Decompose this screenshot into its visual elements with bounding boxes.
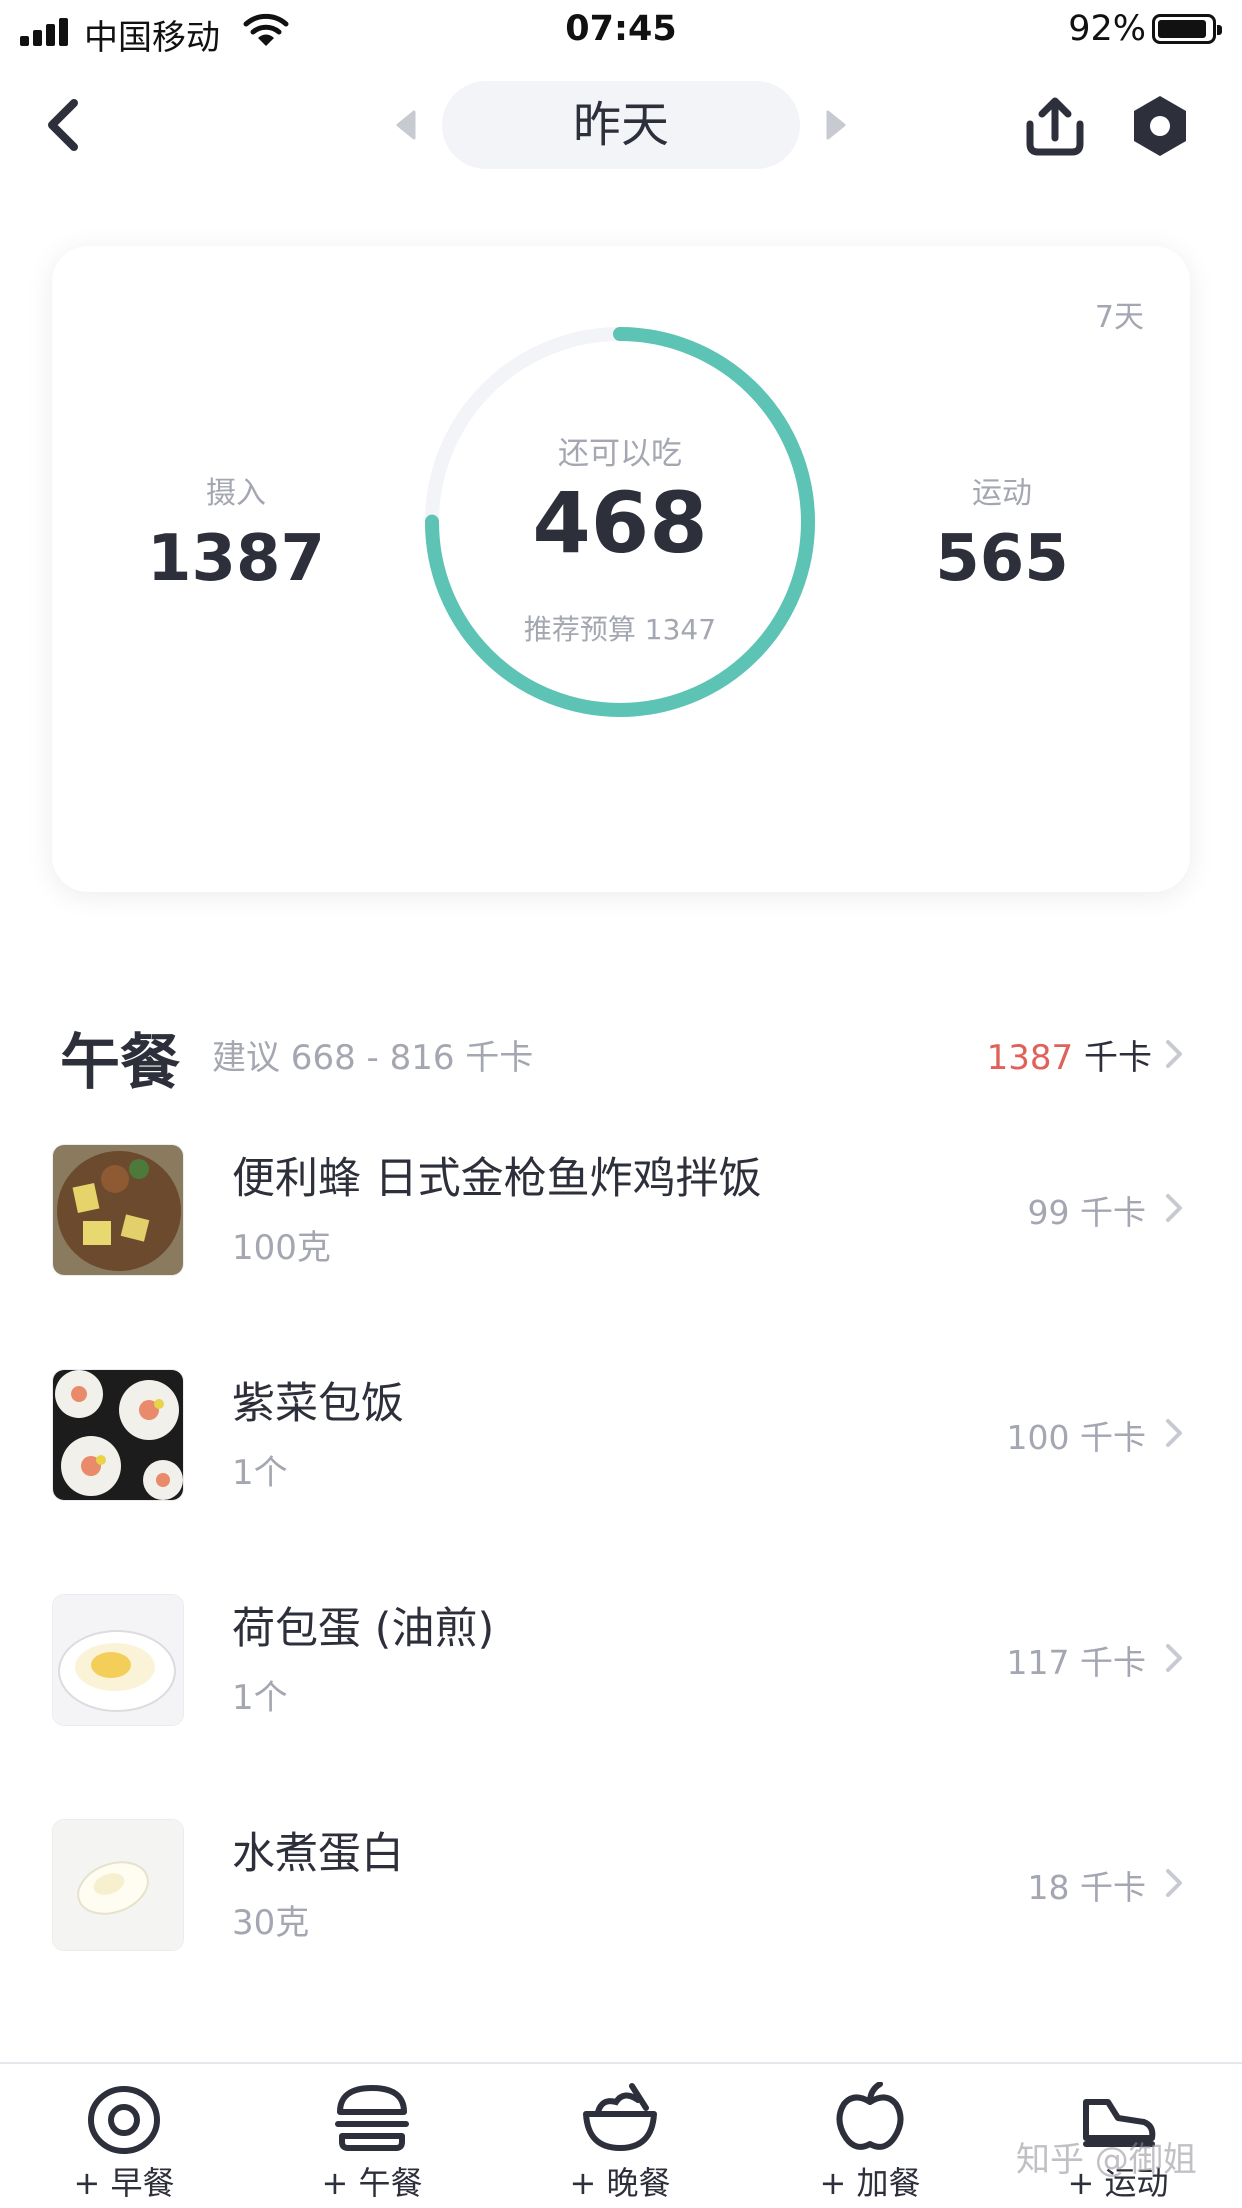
tab-add-lunch[interactable]: + 午餐 — [292, 2082, 452, 2202]
tab-add-snack[interactable]: + 加餐 — [790, 2082, 950, 2202]
food-name: 便利蜂 日式金枪鱼炸鸡拌饭 — [232, 1154, 762, 1204]
meal-total-unit: 千卡 — [1084, 1038, 1152, 1078]
tab-add-dinner[interactable]: + 晚餐 — [540, 2082, 700, 2202]
food-amount: 1个 — [232, 1453, 288, 1493]
food-calories: 100 千卡 — [1006, 1418, 1146, 1457]
food-name: 水煮蛋白 — [232, 1829, 404, 1879]
next-day-icon[interactable] — [820, 108, 850, 142]
meal-header-lunch[interactable]: 午餐 建议 668 - 816 千卡 1387 千卡 — [0, 1000, 1242, 1098]
food-name: 荷包蛋 (油煎) — [232, 1604, 495, 1654]
battery-icon — [1152, 14, 1222, 44]
remaining-value: 468 — [532, 474, 708, 572]
tab-label: + 午餐 — [321, 2164, 423, 2202]
bowl-icon — [583, 2083, 657, 2151]
nav-bar: 昨天 — [0, 70, 1242, 180]
food-list: 便利蜂 日式金枪鱼炸鸡拌饭 100克 99 千卡 紫菜包饭 1个 100 千卡 — [0, 1130, 1242, 2030]
food-calories: 18 千卡 — [1027, 1868, 1146, 1907]
tab-label: + 晚餐 — [569, 2164, 671, 2202]
food-amount: 30克 — [232, 1903, 310, 1943]
share-icon[interactable] — [1020, 94, 1090, 158]
intake-label: 摄入 — [206, 476, 266, 511]
intake-value: 1387 — [146, 522, 326, 596]
tab-label: + 早餐 — [73, 2164, 175, 2202]
burger-icon — [335, 2085, 409, 2151]
intake-stat[interactable]: 摄入 1387 — [106, 468, 366, 596]
food-item[interactable]: 水煮蛋白 30克 18 千卡 — [0, 1805, 1242, 2030]
back-icon[interactable] — [40, 95, 90, 155]
range-7-days-link[interactable]: 7天 — [1095, 292, 1144, 336]
previous-day-icon[interactable] — [392, 108, 422, 142]
status-bar: 中国移动 07:45 92% — [0, 0, 1242, 62]
food-photo-rice-bowl — [52, 1144, 184, 1276]
recommended-budget: 推荐预算 1347 — [523, 613, 717, 646]
chevron-right-icon — [1166, 1644, 1182, 1672]
food-photo-kimbap — [52, 1369, 184, 1501]
meal-total: 1387 千卡 — [987, 1030, 1152, 1079]
chevron-right-icon — [1166, 1419, 1182, 1447]
exercise-value: 565 — [935, 522, 1069, 596]
food-item[interactable]: 便利蜂 日式金枪鱼炸鸡拌饭 100克 99 千卡 — [0, 1130, 1242, 1355]
food-item[interactable]: 荷包蛋 (油煎) 1个 117 千卡 — [0, 1580, 1242, 1805]
status-time: 07:45 — [565, 9, 677, 49]
calorie-summary-card: 7天 摄入 1387 还可以吃 468 推荐预算 1347 运动 565 — [52, 246, 1190, 892]
apple-icon — [836, 2082, 904, 2150]
food-amount: 1个 — [232, 1678, 288, 1718]
exercise-label: 运动 — [972, 476, 1032, 511]
chevron-right-icon — [1166, 1040, 1182, 1068]
food-amount: 100克 — [232, 1228, 331, 1268]
chevron-right-icon — [1166, 1194, 1182, 1222]
food-photo-fried-egg — [52, 1594, 184, 1726]
food-item[interactable]: 紫菜包饭 1个 100 千卡 — [0, 1355, 1242, 1580]
food-calories: 117 千卡 — [1006, 1643, 1146, 1682]
settings-icon[interactable] — [1126, 92, 1194, 160]
watermark: 知乎 @御姐 — [1016, 2140, 1197, 2180]
meal-title: 午餐 — [60, 1028, 180, 1098]
chevron-right-icon — [1166, 1869, 1182, 1897]
remaining-label: 还可以吃 — [558, 436, 682, 472]
food-name: 紫菜包饭 — [232, 1379, 404, 1429]
food-calories: 99 千卡 — [1027, 1193, 1146, 1232]
date-selector[interactable]: 昨天 — [442, 81, 800, 169]
tab-label: + 加餐 — [819, 2164, 921, 2202]
meal-total-value: 1387 — [986, 1038, 1074, 1078]
exercise-stat[interactable]: 运动 565 — [872, 468, 1132, 596]
tab-add-breakfast[interactable]: + 早餐 — [44, 2082, 204, 2202]
battery-percent: 92% — [1068, 9, 1146, 49]
remaining-calories[interactable]: 还可以吃 468 推荐预算 1347 — [414, 316, 826, 728]
meal-suggestion: 建议 668 - 816 千卡 — [212, 1038, 534, 1078]
food-photo-egg-white — [52, 1819, 184, 1951]
egg-icon — [88, 2086, 160, 2154]
